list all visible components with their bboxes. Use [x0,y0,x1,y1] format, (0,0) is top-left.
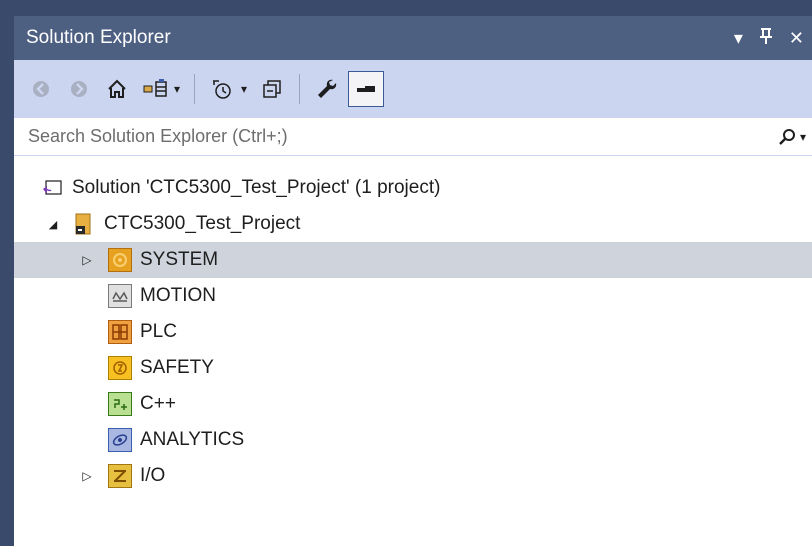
pending-changes-dropdown-icon[interactable]: ▾ [241,82,247,96]
properties-button[interactable] [310,72,344,106]
toolbar-separator [194,74,196,104]
solution-explorer-panel: Solution Explorer ▾ ✕ ▾ ▾ Search Solutio… [14,16,812,546]
forward-button[interactable] [62,72,96,106]
motion-icon [108,284,132,308]
analytics-label: ANALYTICS [140,429,245,450]
panel-titlebar[interactable]: Solution Explorer ▾ ✕ [14,16,812,60]
expand-arrow-icon[interactable]: ▷ [80,458,94,494]
tree-item-safety[interactable]: SAFETY [14,350,812,386]
window-frame: Solution Explorer ▾ ✕ ▾ ▾ Search Solutio… [0,0,812,546]
system-icon [108,248,132,272]
safety-icon [108,356,132,380]
project-icon [72,212,96,236]
preview-selected-items-button[interactable] [348,71,385,107]
search-input[interactable] [26,125,710,148]
tree-item-plc[interactable]: PLC [14,314,812,350]
io-icon [108,464,132,488]
switch-views-button[interactable] [138,72,172,106]
tree-item-project[interactable]: ◢ CTC5300_Test_Project [14,206,812,242]
switch-views-dropdown-icon[interactable]: ▾ [174,82,180,96]
safety-label: SAFETY [140,357,214,378]
window-position-dropdown-icon[interactable]: ▾ [734,28,743,49]
pin-icon[interactable] [759,27,773,50]
pending-changes-filter-button[interactable] [205,72,239,106]
tree-item-cpp[interactable]: C++ [14,386,812,422]
panel-title: Solution Explorer [26,27,171,48]
solution-icon [40,176,64,200]
title-controls: ▾ ✕ [734,16,804,60]
system-label: SYSTEM [140,249,219,270]
close-icon[interactable]: ✕ [789,28,804,49]
tree-item-motion[interactable]: MOTION [14,278,812,314]
project-label: CTC5300_Test_Project [104,213,301,234]
collapse-arrow-icon[interactable]: ◢ [46,206,60,242]
home-button[interactable] [100,72,134,106]
cpp-icon [108,392,132,416]
tree-item-solution[interactable]: Solution 'CTC5300_Test_Project' (1 proje… [14,170,812,206]
toolbar-separator [299,74,301,104]
motion-label: MOTION [140,285,216,306]
back-button[interactable] [24,72,58,106]
solution-tree: Solution 'CTC5300_Test_Project' (1 proje… [14,170,812,494]
search-bar: ▾ [14,118,812,156]
search-icon[interactable] [778,128,796,146]
plc-icon [108,320,132,344]
expand-arrow-icon[interactable]: ▷ [80,242,94,278]
plc-label: PLC [140,321,177,342]
search-options-dropdown-icon[interactable]: ▾ [800,130,806,144]
tree-item-analytics[interactable]: ANALYTICS [14,422,812,458]
search-options[interactable]: ▾ [778,118,806,156]
tree-item-system[interactable]: ▷ SYSTEM [14,242,812,278]
analytics-icon [108,428,132,452]
cpp-label: C++ [140,393,176,414]
solution-explorer-toolbar: ▾ ▾ [14,60,812,118]
io-label: I/O [140,465,166,486]
tree-item-io[interactable]: ▷ I/O [14,458,812,494]
solution-label: Solution 'CTC5300_Test_Project' (1 proje… [72,177,441,198]
collapse-all-button[interactable] [255,72,289,106]
